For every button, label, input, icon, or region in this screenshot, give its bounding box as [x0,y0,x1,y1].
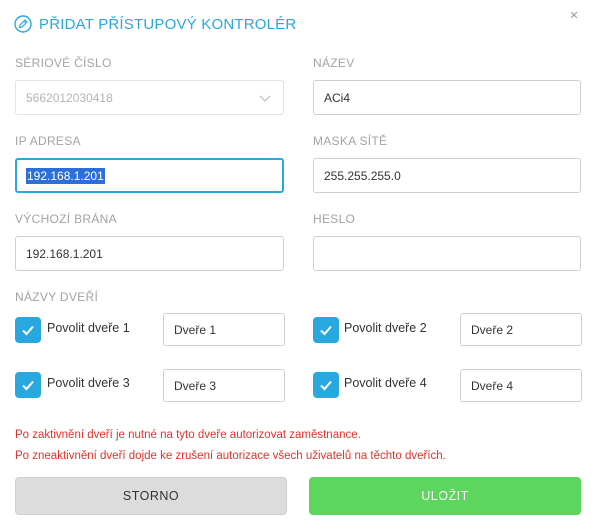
subnet-mask-input[interactable]: 255.255.255.0 [313,158,581,193]
add-access-controller-dialog: PŘIDAT PŘÍSTUPOVÝ KONTROLÉR × SÉRIOVÉ ČÍ… [0,0,594,532]
dialog-title: PŘIDAT PŘÍSTUPOVÝ KONTROLÉR [39,15,297,33]
enable-door-3-label[interactable]: Povolit dveře 3 [47,376,130,390]
enable-door-1-label[interactable]: Povolit dveře 1 [47,321,130,335]
checkmark-icon [22,380,34,391]
enable-door-2-checkbox[interactable] [313,317,339,343]
checkmark-icon [320,380,332,391]
enable-door-4-label[interactable]: Povolit dveře 4 [344,376,427,390]
door-3-name-input[interactable]: Dveře 3 [163,369,285,402]
gateway-value: 192.168.1.201 [26,246,103,261]
name-value: ACi4 [324,90,351,105]
door-3-name-value: Dveře 3 [174,378,217,393]
ip-address-value: 192.168.1.201 [26,167,105,184]
password-label: HESLO [313,212,356,226]
name-label: NÁZEV [313,56,355,70]
warning-note-activate: Po zaktivnění dveří je nutné na tyto dve… [15,429,361,441]
door-2-name-input[interactable]: Dveře 2 [460,313,582,346]
door-2-name-value: Dveře 2 [471,322,514,337]
close-icon[interactable]: × [566,8,582,24]
enable-door-3-checkbox[interactable] [15,372,41,398]
subnet-mask-value: 255.255.255.0 [324,168,401,183]
door-1-name-value: Dveře 1 [174,322,217,337]
gateway-label: VÝCHOZÍ BRÁNA [15,212,117,226]
door-names-label: NÁZVY DVEŘÍ [15,290,99,304]
checkmark-icon [320,325,332,336]
serial-number-value: 5662012030418 [26,90,113,105]
enable-door-1-checkbox[interactable] [15,317,41,343]
serial-number-select: 5662012030418 [15,80,284,115]
pencil-circle-icon [14,15,32,33]
door-4-name-value: Dveře 4 [471,378,514,393]
enable-door-4-checkbox[interactable] [313,372,339,398]
ip-address-input[interactable]: 192.168.1.201 [15,158,284,193]
name-input[interactable]: ACi4 [313,80,581,115]
enable-door-2-label[interactable]: Povolit dveře 2 [344,321,427,335]
ip-address-label: IP ADRESA [15,134,81,148]
chevron-down-icon [259,92,271,102]
serial-number-label: SÉRIOVÉ ČÍSLO [15,56,112,70]
door-4-name-input[interactable]: Dveře 4 [460,369,582,402]
subnet-mask-label: MASKA SÍTĚ [313,134,388,148]
cancel-button[interactable]: STORNO [15,477,287,515]
gateway-input[interactable]: 192.168.1.201 [15,236,284,271]
warning-note-deactivate: Po zneaktivnění dveří dojde ke zrušení a… [15,450,446,462]
door-1-name-input[interactable]: Dveře 1 [163,313,285,346]
checkmark-icon [22,325,34,336]
dialog-header: PŘIDAT PŘÍSTUPOVÝ KONTROLÉR [14,12,296,36]
password-input[interactable] [313,236,581,271]
save-button[interactable]: ULOŽIT [309,477,581,515]
